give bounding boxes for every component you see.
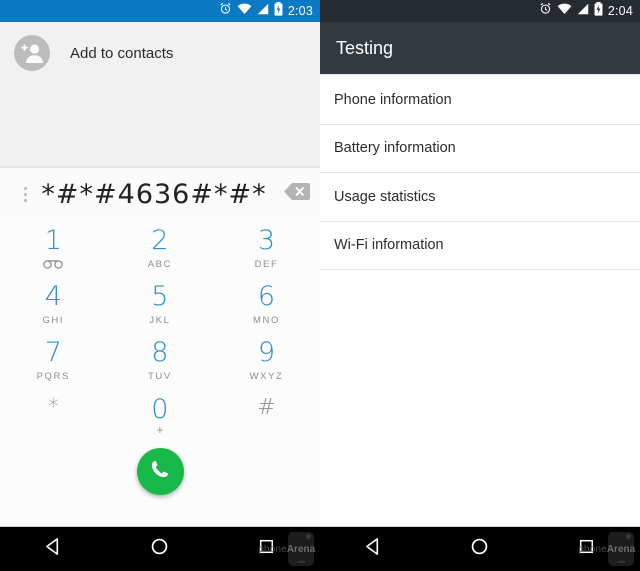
key-4[interactable]: 4 GHI	[0, 276, 107, 332]
menu-item-wifi-information[interactable]: Wi-Fi information	[320, 221, 640, 270]
key-2-letters: ABC	[147, 258, 173, 270]
watermark-arena-text: Arena	[606, 543, 636, 555]
testing-menu-list: Phone information Battery information Us…	[320, 76, 640, 270]
status-icons-right	[539, 1, 603, 21]
watermark-logo-dot	[626, 534, 631, 539]
key-1-digit: 1	[44, 225, 62, 256]
key-9-digit: 9	[257, 336, 276, 368]
page-title: Testing	[336, 37, 394, 58]
add-to-contacts-button[interactable]: Add to contacts	[0, 22, 320, 84]
home-button[interactable]	[457, 527, 503, 571]
key-5[interactable]: 5 JKL	[107, 276, 214, 332]
wifi-icon	[237, 2, 252, 20]
watermark-phone-text: phone	[578, 543, 607, 555]
back-triangle-icon	[364, 537, 383, 561]
watermark-phonearena-left: phone Arena	[258, 532, 316, 566]
status-time-left: 2:03	[287, 4, 313, 18]
navigation-bar-left: phone Arena	[0, 527, 320, 571]
watermark-phonearena-right: phone Arena	[578, 532, 636, 566]
key-4-digit: 4	[44, 280, 62, 312]
call-button[interactable]	[136, 448, 184, 495]
key-6[interactable]: 6 MNO	[213, 276, 320, 332]
menu-item-battery-information[interactable]: Battery information	[320, 124, 640, 173]
alarm-icon	[219, 2, 232, 20]
home-circle-icon	[470, 537, 489, 561]
backspace-icon	[284, 182, 310, 206]
signal-icon	[257, 2, 269, 20]
keypad-row-1: 1 2 ABC 3 DEF	[0, 220, 320, 276]
watermark-phone-text: phone	[258, 543, 287, 555]
watermark-logo-icon: Arena	[286, 532, 316, 566]
menu-item-phone-information[interactable]: Phone information	[320, 76, 640, 125]
dial-field-row: *#*#4636#*#*	[0, 168, 320, 220]
menu-item-usage-statistics[interactable]: Usage statistics	[320, 173, 640, 222]
status-time-right: 2:04	[607, 4, 633, 18]
battery-charging-icon	[594, 1, 603, 21]
key-3[interactable]: 3 DEF	[213, 220, 320, 276]
keypad-row-3: 7 PQRS 8 TUV 9 WXYZ	[0, 332, 320, 388]
call-button-area	[0, 444, 320, 520]
left-panel-dialer: 2:03 Add to contacts *#*#4636#*#* 1 2 AB…	[0, 0, 320, 571]
dialed-number[interactable]: *#*#4636#*#*	[40, 179, 274, 210]
watermark-logo-icon: Arena	[606, 532, 636, 566]
key-1[interactable]: 1	[0, 220, 107, 276]
home-button[interactable]	[137, 527, 183, 571]
key-5-letters: JKL	[149, 314, 171, 326]
key-8-letters: TUV	[147, 370, 172, 382]
key-hash-glyph: #	[257, 395, 276, 420]
key-0[interactable]: 0 +	[107, 388, 214, 444]
key-6-digit: 6	[257, 280, 276, 312]
key-hash[interactable]: #	[213, 388, 320, 444]
backspace-button[interactable]	[274, 182, 320, 206]
key-5-digit: 5	[151, 280, 169, 312]
battery-charging-icon	[274, 1, 283, 21]
key-8-digit: 8	[151, 336, 169, 368]
add-to-contacts-label: Add to contacts	[70, 44, 174, 62]
keypad-row-4: * 0 + #	[0, 388, 320, 444]
watermark-logo-slot	[617, 561, 625, 563]
navigation-bar: phone Arena phone Arena	[0, 527, 640, 571]
phone-call-icon	[149, 458, 171, 485]
app-bar: Testing	[320, 22, 640, 74]
dual-screenshot: 2:03 Add to contacts *#*#4636#*#* 1 2 AB…	[0, 0, 640, 571]
key-9-letters: WXYZ	[249, 370, 284, 382]
key-0-digit: 0	[151, 394, 169, 425]
key-2[interactable]: 2 ABC	[107, 220, 214, 276]
key-9[interactable]: 9 WXYZ	[213, 332, 320, 388]
overflow-menu-icon[interactable]	[10, 186, 40, 202]
key-star[interactable]: *	[0, 388, 107, 444]
key-4-letters: GHI	[42, 314, 65, 326]
status-icons	[219, 1, 283, 21]
wifi-icon	[557, 2, 572, 20]
add-person-icon	[14, 35, 50, 71]
navigation-bar-right: phone Arena	[320, 527, 640, 571]
key-7-digit: 7	[44, 336, 62, 368]
key-7[interactable]: 7 PQRS	[0, 332, 107, 388]
alarm-icon	[539, 2, 552, 20]
status-bar-left: 2:03	[0, 0, 320, 22]
home-circle-icon	[150, 537, 169, 561]
dial-keypad: 1 2 ABC 3 DEF 4 GHI 5 JKL 6 MNO 7 PQRS 8…	[0, 220, 320, 571]
key-3-digit: 3	[257, 224, 276, 256]
key-star-glyph: *	[47, 395, 59, 420]
key-0-plus: +	[156, 423, 164, 437]
signal-icon	[577, 2, 589, 20]
watermark-arena-text: Arena	[286, 543, 316, 555]
back-button[interactable]	[30, 527, 76, 571]
voicemail-icon	[43, 260, 64, 269]
watermark-logo-slot	[297, 561, 305, 563]
back-triangle-icon	[44, 537, 63, 561]
key-6-letters: MNO	[253, 314, 280, 326]
key-3-letters: DEF	[254, 258, 279, 270]
key-7-letters: PQRS	[36, 370, 70, 382]
keypad-row-2: 4 GHI 5 JKL 6 MNO	[0, 276, 320, 332]
status-bar-right: 2:04	[320, 0, 640, 22]
key-2-digit: 2	[151, 224, 169, 256]
back-button[interactable]	[350, 527, 396, 571]
contacts-area: Add to contacts	[0, 22, 320, 168]
watermark-logo-dot	[306, 534, 311, 539]
right-panel-testing: 2:04 Testing Phone information Battery i…	[320, 0, 640, 571]
key-8[interactable]: 8 TUV	[107, 332, 214, 388]
